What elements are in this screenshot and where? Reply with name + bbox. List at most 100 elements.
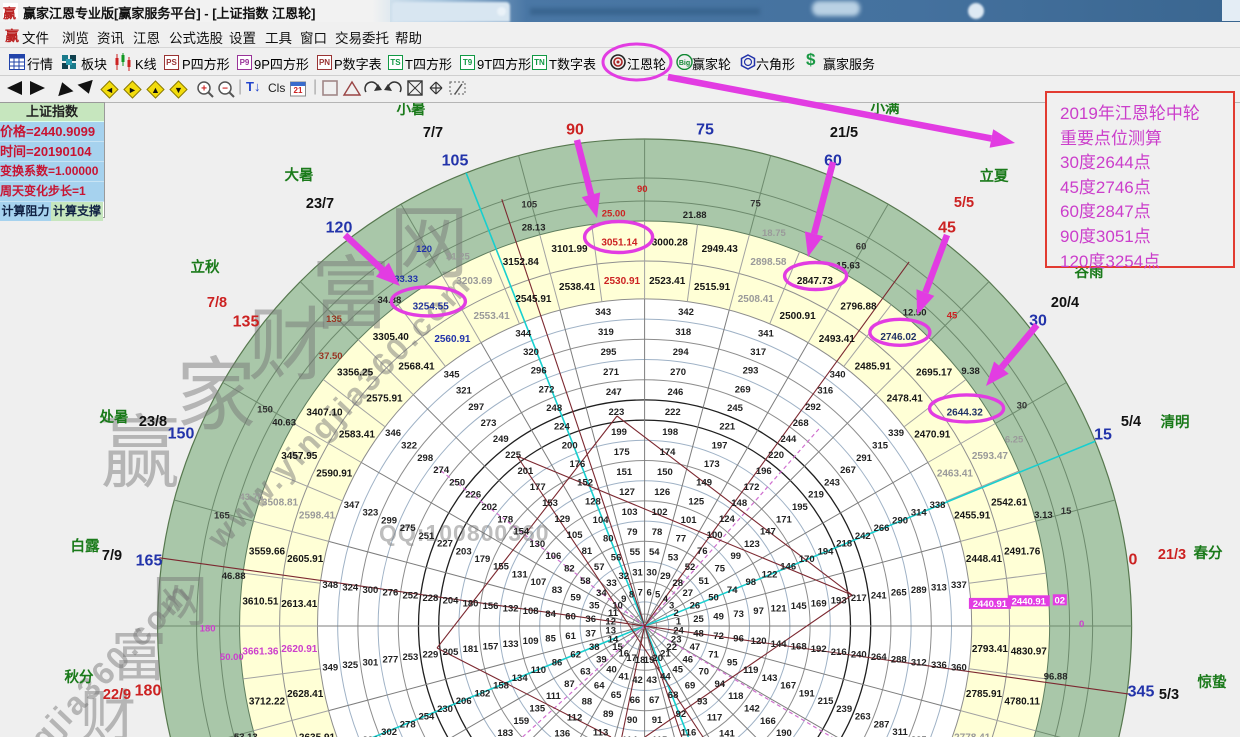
svg-text:291: 291 xyxy=(856,453,873,464)
svg-text:2593.47: 2593.47 xyxy=(972,451,1009,462)
svg-text:2448.41: 2448.41 xyxy=(966,554,1003,565)
svg-text:白露: 白露 xyxy=(71,537,100,555)
svg-text:76: 76 xyxy=(697,546,708,557)
svg-text:20/4: 20/4 xyxy=(1051,295,1079,311)
svg-text:40.63: 40.63 xyxy=(272,418,296,429)
svg-text:22/9: 22/9 xyxy=(103,687,131,703)
svg-text:2695.17: 2695.17 xyxy=(916,368,953,379)
svg-text:30: 30 xyxy=(646,567,657,578)
svg-text:109: 109 xyxy=(523,636,539,647)
svg-text:56: 56 xyxy=(611,552,622,563)
svg-text:227: 227 xyxy=(437,539,453,550)
svg-text:2575.91: 2575.91 xyxy=(366,393,403,404)
svg-text:◄: ◄ xyxy=(105,85,114,95)
svg-text:45: 45 xyxy=(938,220,956,237)
svg-text:276: 276 xyxy=(382,588,398,599)
svg-text:37: 37 xyxy=(585,628,596,639)
svg-text:88: 88 xyxy=(582,696,593,707)
svg-text:251: 251 xyxy=(418,531,435,542)
svg-text:248: 248 xyxy=(546,403,562,414)
svg-text:2785.91: 2785.91 xyxy=(966,689,1003,700)
svg-text:224: 224 xyxy=(554,422,571,433)
svg-text:254: 254 xyxy=(418,712,435,723)
svg-text:150: 150 xyxy=(657,467,673,478)
svg-text:113: 113 xyxy=(593,727,608,737)
svg-text:336: 336 xyxy=(931,660,947,671)
svg-text:37.50: 37.50 xyxy=(319,351,343,362)
svg-text:148: 148 xyxy=(731,498,747,509)
svg-text:2590.91: 2590.91 xyxy=(316,469,353,480)
svg-text:5/5: 5/5 xyxy=(954,195,974,211)
svg-text:219: 219 xyxy=(808,490,824,501)
svg-text:176: 176 xyxy=(569,459,585,470)
svg-text:90: 90 xyxy=(566,122,584,139)
svg-text:64: 64 xyxy=(594,680,605,691)
svg-text:28: 28 xyxy=(672,578,683,589)
svg-text:193: 193 xyxy=(831,596,847,607)
svg-text:229: 229 xyxy=(422,649,438,660)
svg-text:2440.91: 2440.91 xyxy=(973,599,1008,610)
svg-text:195: 195 xyxy=(792,502,809,513)
svg-text:30: 30 xyxy=(1029,313,1047,330)
svg-text:+: + xyxy=(201,84,207,95)
svg-text:15.63: 15.63 xyxy=(836,261,860,272)
svg-text:2898.58: 2898.58 xyxy=(750,257,787,268)
svg-text:243: 243 xyxy=(824,477,840,488)
svg-text:23/8: 23/8 xyxy=(139,414,167,430)
svg-text:202: 202 xyxy=(481,502,497,513)
svg-text:62: 62 xyxy=(570,650,581,661)
svg-text:131: 131 xyxy=(512,570,529,581)
svg-text:263: 263 xyxy=(855,712,871,723)
svg-text:177: 177 xyxy=(530,482,546,493)
svg-text:323: 323 xyxy=(362,508,378,519)
svg-text:29: 29 xyxy=(660,571,671,582)
svg-text:215: 215 xyxy=(818,696,835,707)
svg-text:253: 253 xyxy=(402,652,418,663)
svg-text:78: 78 xyxy=(652,527,663,538)
svg-text:293: 293 xyxy=(743,366,759,377)
svg-text:40: 40 xyxy=(606,664,617,675)
svg-text:107: 107 xyxy=(530,577,546,588)
svg-text:5: 5 xyxy=(655,590,661,601)
svg-text:178: 178 xyxy=(497,514,513,525)
svg-text:2478.41: 2478.41 xyxy=(887,393,924,404)
svg-text:174: 174 xyxy=(660,447,677,458)
svg-text:319: 319 xyxy=(598,327,614,338)
svg-text:150: 150 xyxy=(168,426,195,443)
svg-text:342: 342 xyxy=(678,307,694,318)
svg-text:2560.91: 2560.91 xyxy=(434,334,471,345)
svg-text:90: 90 xyxy=(627,715,638,726)
svg-text:70: 70 xyxy=(699,667,710,678)
svg-text:156: 156 xyxy=(483,601,499,612)
svg-text:50.00: 50.00 xyxy=(220,652,244,663)
svg-text:165: 165 xyxy=(136,553,163,570)
svg-text:128: 128 xyxy=(585,496,601,507)
svg-text:201: 201 xyxy=(517,466,534,477)
svg-text:316: 316 xyxy=(817,386,833,397)
svg-text:272: 272 xyxy=(539,384,555,395)
svg-text:2455.91: 2455.91 xyxy=(954,510,991,521)
svg-text:228: 228 xyxy=(422,593,438,604)
svg-text:318: 318 xyxy=(675,327,691,338)
svg-text:87: 87 xyxy=(564,679,575,690)
svg-text:财: 财 xyxy=(248,301,328,390)
svg-text:75: 75 xyxy=(715,564,726,575)
svg-text:28.13: 28.13 xyxy=(522,222,546,233)
svg-text:3: 3 xyxy=(669,600,674,611)
svg-text:32: 32 xyxy=(619,571,630,582)
svg-text:268: 268 xyxy=(793,418,809,429)
svg-text:122: 122 xyxy=(762,570,778,581)
svg-text:341: 341 xyxy=(758,328,775,339)
svg-text:2440.91: 2440.91 xyxy=(1012,596,1047,607)
svg-text:71: 71 xyxy=(708,650,719,661)
svg-text:345: 345 xyxy=(1128,684,1155,701)
svg-text:小暑: 小暑 xyxy=(397,101,426,118)
svg-text:170: 170 xyxy=(799,554,815,565)
svg-text:296: 296 xyxy=(531,366,547,377)
svg-text:67: 67 xyxy=(649,695,660,706)
svg-text:132: 132 xyxy=(503,604,519,615)
svg-text:3000.28: 3000.28 xyxy=(652,237,689,248)
svg-text:60: 60 xyxy=(856,242,867,253)
svg-text:4780.11: 4780.11 xyxy=(1004,697,1040,708)
svg-text:2949.43: 2949.43 xyxy=(702,244,739,255)
